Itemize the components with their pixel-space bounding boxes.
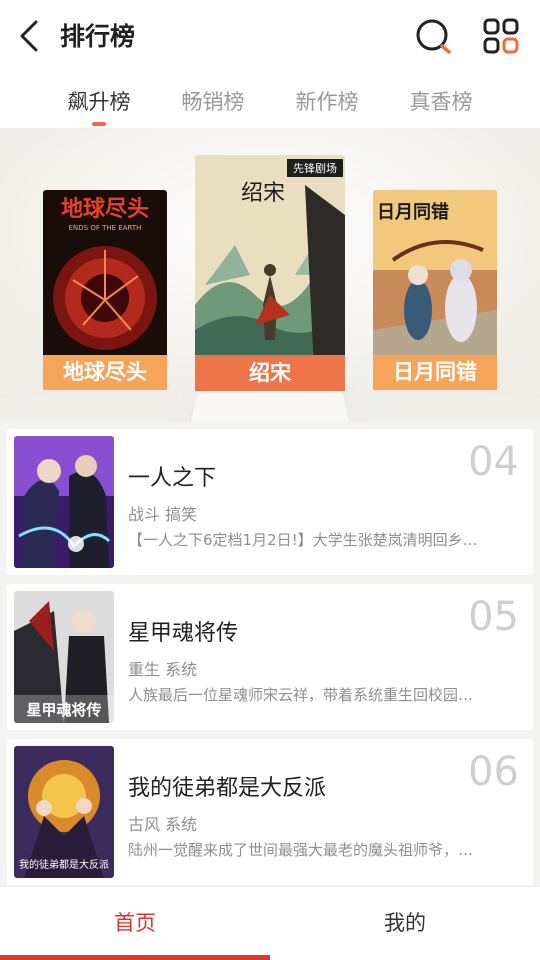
item-title: 一人之下	[128, 466, 217, 491]
top-bar: 排行榜	[0, 0, 540, 70]
item-title: 星甲魂将传	[128, 621, 239, 646]
item-tags: 重生 系统	[128, 660, 198, 679]
search-icon	[416, 19, 451, 54]
item-cover-image: 星甲魂将传	[14, 591, 114, 723]
top-card-rank-1[interactable]: 先锋剧场 绍宋 绍宋	[195, 155, 345, 391]
cover-subtitle: ENDS OF THE EARTH	[69, 224, 142, 232]
item-rank: 04	[468, 439, 519, 485]
item-rank: 05	[468, 594, 519, 640]
list-item[interactable]: 我的徒弟都是大反派 我的徒弟都是大反派 古风 系统 陆州一觉醒来成了世间最强大最…	[7, 739, 533, 885]
item-tags: 古风 系统	[128, 815, 198, 834]
item-description: 【一人之下6定档1月2日!】大学生张楚岚清明回乡…	[128, 531, 478, 549]
item-description: 陆州一觉醒来成了世间最强大最老的魔头祖师爷，…	[128, 841, 474, 859]
nav-active-indicator	[0, 955, 270, 960]
search-button[interactable]	[413, 15, 455, 57]
list-item[interactable]: 星甲魂将传 星甲魂将传 重生 系统 人族最后一位星魂师宋云祥，带着系统重生回校园…	[7, 584, 533, 730]
top-card-title: 日月同错	[373, 355, 497, 390]
item-description: 人族最后一位星魂师宋云祥，带着系统重生回校园…	[128, 686, 474, 704]
cover-title: 日月同错	[377, 201, 449, 223]
item-rank: 06	[468, 749, 519, 795]
top-card-rank-3[interactable]: 日月同错 日月同错	[373, 190, 497, 390]
tab-indicator	[92, 122, 106, 126]
tab-soaring[interactable]: 飙升榜	[49, 86, 149, 116]
bottom-nav: 首页 我的	[0, 886, 540, 960]
top-card-title: 绍宋	[195, 355, 345, 391]
page-title: 排行榜	[60, 22, 136, 51]
top-three-podium: 地球尽头 ENDS OF THE EARTH 地球尽头 先锋剧场 绍宋 绍宋 日…	[0, 128, 540, 422]
cover-badge: 先锋剧场	[293, 161, 337, 175]
top-card-title: 地球尽头	[43, 355, 167, 390]
tab-bestselling[interactable]: 畅销榜	[163, 86, 263, 116]
tab-real-fragrant[interactable]: 真香榜	[391, 86, 491, 116]
ranking-tabs: 飙升榜 畅销榜 新作榜 真香榜	[0, 70, 540, 128]
category-button[interactable]	[480, 15, 522, 57]
grid-icon	[483, 18, 519, 54]
nav-home[interactable]: 首页	[0, 887, 270, 960]
cover-title: 我的徒弟都是大反派	[19, 858, 109, 871]
list-item[interactable]: 一人之下 战斗 搞笑 【一人之下6定档1月2日!】大学生张楚岚清明回乡… 04	[7, 429, 533, 575]
item-cover-image: 我的徒弟都是大反派	[14, 746, 114, 878]
cover-title: 星甲魂将传	[26, 701, 101, 719]
chevron-left-icon	[20, 20, 38, 52]
item-tags: 战斗 搞笑	[128, 505, 198, 524]
item-cover-image	[14, 436, 114, 568]
item-title: 我的徒弟都是大反派	[128, 776, 327, 801]
top-card-rank-2[interactable]: 地球尽头 ENDS OF THE EARTH 地球尽头	[43, 190, 167, 390]
back-button[interactable]	[14, 16, 48, 56]
cover-title: 绍宋	[241, 181, 285, 206]
cover-title: 地球尽头	[61, 197, 149, 222]
tab-new-works[interactable]: 新作榜	[277, 86, 377, 116]
nav-mine[interactable]: 我的	[270, 887, 540, 960]
